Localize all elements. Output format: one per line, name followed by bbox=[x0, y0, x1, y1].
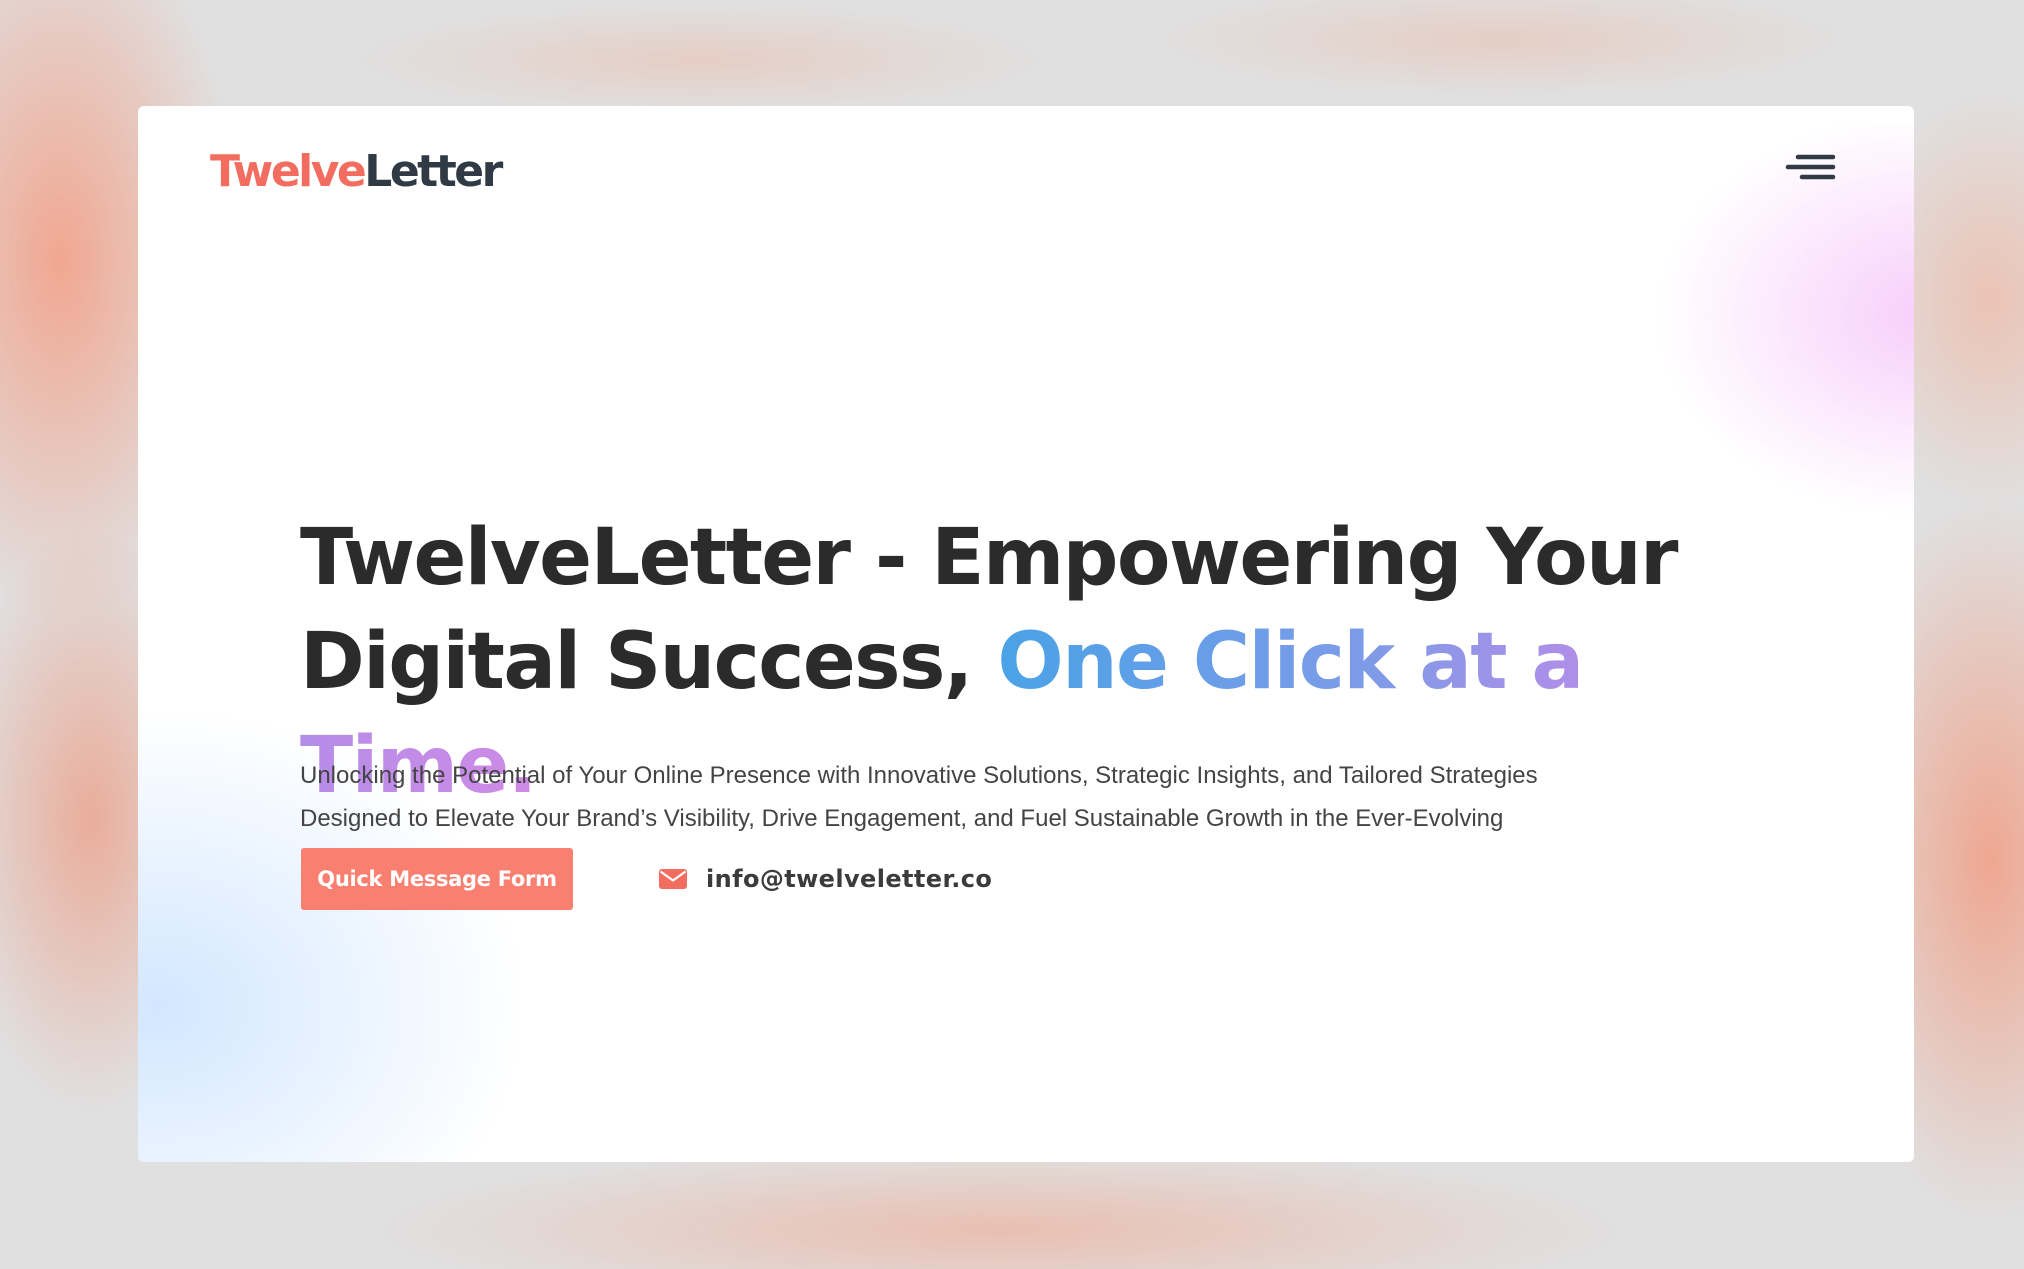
logo-part-letter: Letter bbox=[364, 146, 503, 197]
email-address: info@twelveletter.co bbox=[706, 865, 993, 893]
pink-glow-decoration bbox=[1618, 126, 1914, 546]
hamburger-menu-icon bbox=[1785, 154, 1836, 180]
email-link[interactable]: info@twelveletter.co bbox=[658, 858, 992, 900]
headline-line-2: Digital Success, bbox=[300, 617, 998, 707]
logo-part-twelve: Twelve bbox=[210, 146, 367, 197]
headline-line-1: TwelveLetter - Empowering Your bbox=[300, 513, 1678, 603]
hero-card: TwelveLetter TwelveLetter - Empowering Y… bbox=[138, 106, 1914, 1162]
menu-button[interactable] bbox=[1782, 146, 1838, 196]
quick-message-form-button[interactable]: Quick Message Form bbox=[301, 848, 573, 910]
site-logo[interactable]: TwelveLetter bbox=[210, 142, 503, 202]
envelope-icon bbox=[659, 869, 687, 889]
